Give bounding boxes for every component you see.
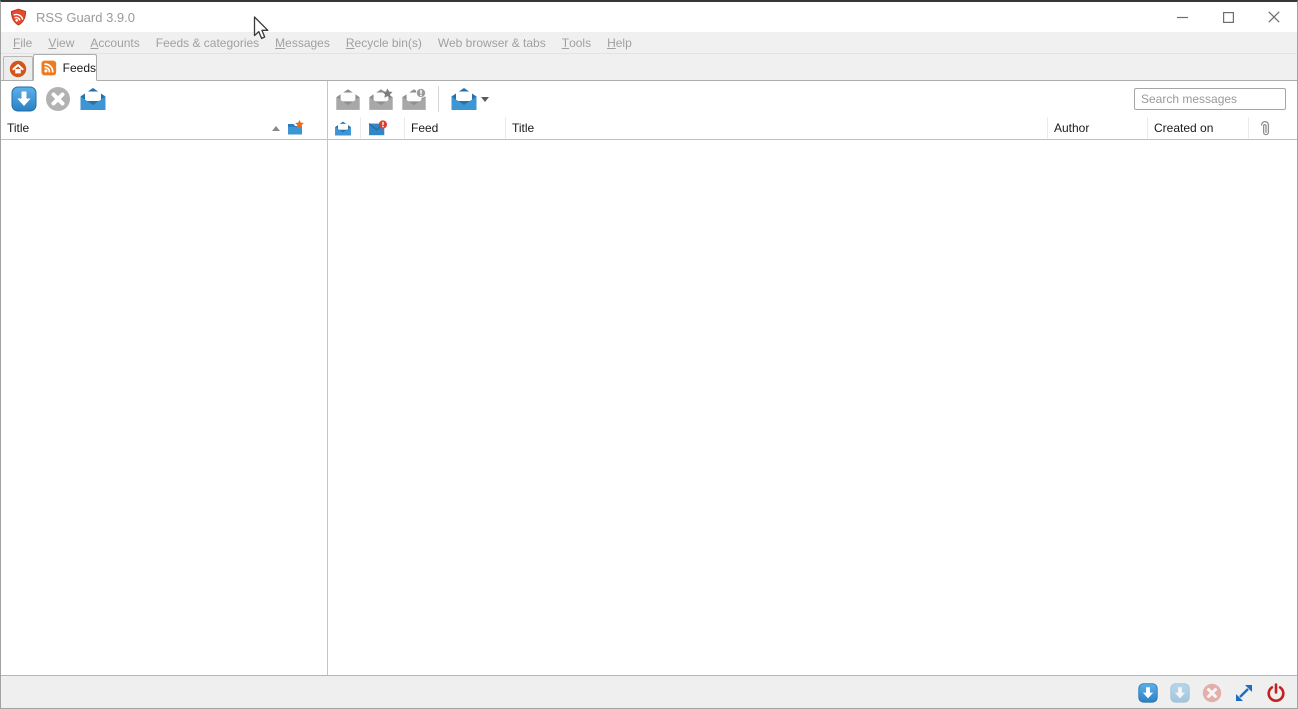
mark-feed-read-button[interactable] (79, 87, 107, 111)
mark-starred-button-disabled[interactable] (368, 87, 394, 111)
feeds-column-title[interactable]: Title (1, 117, 327, 139)
menu-view[interactable]: View (40, 32, 82, 54)
rss-guard-logo-icon (10, 8, 27, 26)
menu-help[interactable]: Help (599, 32, 640, 54)
toolbar-row (1, 81, 1297, 117)
content-area (1, 140, 1297, 676)
statusbar (1, 676, 1297, 708)
rss-icon (41, 60, 57, 75)
msgs-column-author[interactable]: Author (1048, 117, 1148, 139)
menu-web-browser-tabs[interactable]: Web browser & tabs (430, 32, 554, 54)
feeds-tree-panel[interactable] (1, 140, 327, 676)
update-feeds-icon (11, 86, 37, 112)
tabbar: Feeds (1, 54, 1297, 81)
minimize-button[interactable] (1159, 2, 1205, 32)
mark-important-button-disabled[interactable] (401, 87, 427, 111)
statusbar-stop-update-button-disabled[interactable] (1201, 682, 1223, 704)
stop-update-icon (46, 87, 70, 111)
messages-toolbar (335, 86, 489, 112)
window-controls (1159, 2, 1297, 32)
menubar: File View Accounts Feeds & categories Me… (1, 32, 1297, 54)
list-headers: Title Feed Title Author Created on (1, 117, 1297, 140)
importance-icon (368, 119, 388, 135)
menu-tools[interactable]: Tools (554, 32, 599, 54)
mark-important-icon (402, 87, 427, 110)
menu-accounts[interactable]: Accounts (82, 32, 147, 54)
update-feeds-button[interactable] (11, 86, 37, 112)
maximize-icon (1222, 11, 1234, 23)
panel-splitter[interactable] (327, 81, 328, 676)
statusbar-update-feeds-button[interactable] (1137, 682, 1159, 704)
menu-recycle-bins[interactable]: Recycle bin(s) (338, 32, 430, 54)
mark-read-icon (336, 88, 360, 110)
paperclip-icon (1260, 120, 1270, 135)
mark-read-dropdown-button[interactable] (450, 87, 489, 111)
statusbar-fullscreen-button[interactable] (1233, 682, 1255, 704)
stop-update-button[interactable] (45, 86, 71, 112)
msgs-column-created-on[interactable]: Created on (1148, 117, 1249, 139)
rss-guard-window: RSS Guard 3.9.0 File View Accounts Feeds… (0, 0, 1298, 709)
mark-starred-icon (369, 87, 393, 110)
search-input[interactable] (1134, 88, 1286, 110)
feeds-toolbar (11, 86, 107, 112)
update-feeds-icon (1138, 683, 1158, 703)
tab-home[interactable] (3, 56, 33, 80)
menu-file[interactable]: File (5, 32, 40, 54)
msgs-column-feed[interactable]: Feed (405, 117, 506, 139)
fullscreen-icon (1236, 685, 1252, 701)
messages-list-panel[interactable] (328, 140, 1297, 676)
maximize-button[interactable] (1205, 2, 1251, 32)
msgs-column-read[interactable] (328, 117, 361, 139)
chevron-down-icon (481, 96, 489, 102)
mark-feed-read-icon (80, 88, 106, 110)
folder-star-icon (288, 120, 304, 135)
tab-feeds[interactable]: Feeds (33, 54, 97, 81)
msgs-column-title[interactable]: Title (506, 117, 1048, 139)
close-icon (1268, 11, 1280, 23)
msgs-column-attachments[interactable] (1249, 117, 1297, 139)
read-status-icon (335, 121, 351, 135)
update-all-feeds-icon (1170, 683, 1190, 703)
home-icon (9, 60, 27, 77)
menu-feeds-categories[interactable]: Feeds & categories (148, 32, 267, 54)
menu-messages[interactable]: Messages (267, 32, 338, 54)
toolbar-separator (438, 86, 439, 112)
close-button[interactable] (1251, 2, 1297, 32)
mark-read-button-disabled[interactable] (335, 88, 361, 111)
minimize-icon (1176, 16, 1188, 18)
window-title: RSS Guard 3.9.0 (36, 9, 135, 25)
msgs-column-importance[interactable] (361, 117, 405, 139)
statusbar-update-all-button-disabled[interactable] (1169, 682, 1191, 704)
titlebar: RSS Guard 3.9.0 (1, 2, 1297, 32)
tab-feeds-label: Feeds (62, 60, 96, 75)
stop-update-icon (1202, 683, 1222, 703)
mark-read-dropdown-icon (451, 88, 477, 110)
quit-icon (1267, 683, 1285, 702)
sort-ascending-icon (272, 125, 280, 131)
statusbar-quit-button[interactable] (1265, 682, 1287, 704)
